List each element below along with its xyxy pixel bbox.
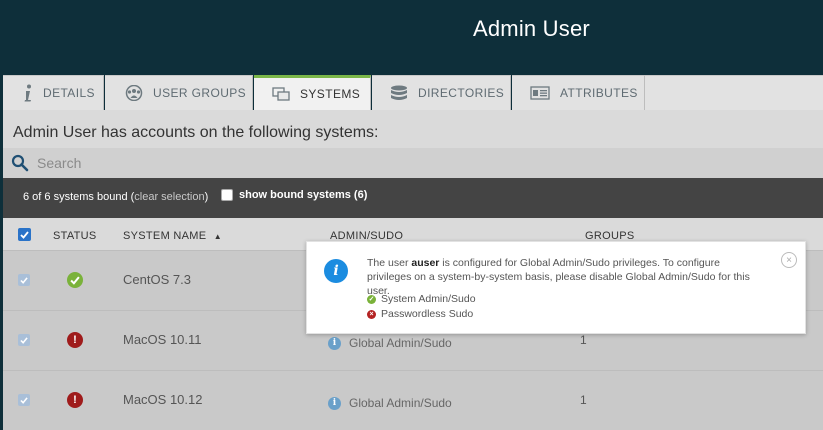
select-all-checkbox[interactable] [18,228,31,241]
status-error-icon: ! [67,392,83,408]
tooltip-message: The user auser is configured for Global … [367,256,767,298]
bound-count-suffix: ) [204,191,209,203]
tab-details[interactable]: DETAILS [3,75,104,110]
tab-label: USER GROUPS [153,86,247,100]
show-bound-toggle[interactable]: show bound systems (6) [221,189,367,201]
status-error-icon: ! [67,332,83,348]
tab-bar-filler [645,75,823,110]
info-icon[interactable]: i [328,336,341,350]
bound-count-text: 6 of 6 systems bound ( [23,191,135,203]
tab-directories[interactable]: DIRECTORIES [372,75,511,110]
info-icon: i [324,259,348,283]
privilege-item-system-admin: ✓ System Admin/Sudo [367,293,476,305]
bound-count: 6 of 6 systems bound (clear selection) [23,191,208,203]
tab-label: SYSTEMS [300,87,361,101]
row-checkbox[interactable] [18,394,30,406]
check-icon: ✓ [367,294,376,304]
admin-sudo-value: Global Admin/Sudo [349,396,452,410]
cross-icon: × [367,309,376,319]
tab-attributes[interactable]: ATTRIBUTES [512,75,645,110]
clear-selection-link[interactable]: clear selection [134,191,204,203]
systems-heading: Admin User has accounts on the following… [13,124,379,141]
row-checkbox[interactable] [18,274,30,286]
admin-sudo-tooltip: i The user auser is configured for Globa… [306,241,806,334]
privilege-item-passwordless-sudo: × Passwordless Sudo [367,308,473,320]
admin-sudo-cell: i Global Admin/Sudo [328,396,452,410]
privilege-label: Passwordless Sudo [381,308,474,320]
bind-status-bar: 6 of 6 systems bound (clear selection) s… [3,178,823,218]
directories-icon [390,85,408,101]
privilege-label: System Admin/Sudo [381,293,476,305]
system-name: CentOS 7.3 [123,272,191,287]
tab-label: DETAILS [43,86,95,100]
admin-sudo-value: Global Admin/Sudo [349,336,452,350]
system-name: MacOS 10.11 [123,332,202,347]
tooltip-text-before: The user [367,257,412,269]
tab-label: ATTRIBUTES [560,86,638,100]
column-status[interactable]: STATUS [53,230,97,242]
close-icon[interactable]: × [781,252,797,268]
tab-systems[interactable]: SYSTEMS [254,75,371,110]
table-row[interactable]: ! MacOS 10.12 i Global Admin/Sudo 1 [3,370,823,430]
groups-count: 1 [580,333,587,347]
tab-label: DIRECTORIES [418,86,505,100]
system-name: MacOS 10.12 [123,392,203,407]
user-groups-icon [125,85,143,101]
tooltip-username: auser [411,257,440,269]
search-input[interactable] [37,152,537,174]
page-title: Admin User [473,16,590,41]
info-icon[interactable]: i [328,396,341,410]
column-system-name-label: SYSTEM NAME [123,230,207,242]
groups-count: 1 [580,393,587,407]
admin-sudo-cell: i Global Admin/Sudo [328,336,452,350]
column-system-name[interactable]: SYSTEM NAME ▲ [123,230,222,242]
sort-ascending-icon: ▲ [213,232,222,241]
info-icon [23,84,33,102]
show-bound-checkbox[interactable] [221,189,233,201]
systems-icon [272,87,290,101]
page-header: Admin User [0,0,823,75]
tab-user-groups[interactable]: USER GROUPS [105,75,253,110]
search-bar [3,148,823,178]
show-bound-label: show bound systems (6) [239,189,368,201]
search-icon [11,154,29,177]
status-ok-icon [67,272,83,288]
attributes-icon [530,86,550,100]
row-checkbox[interactable] [18,334,30,346]
